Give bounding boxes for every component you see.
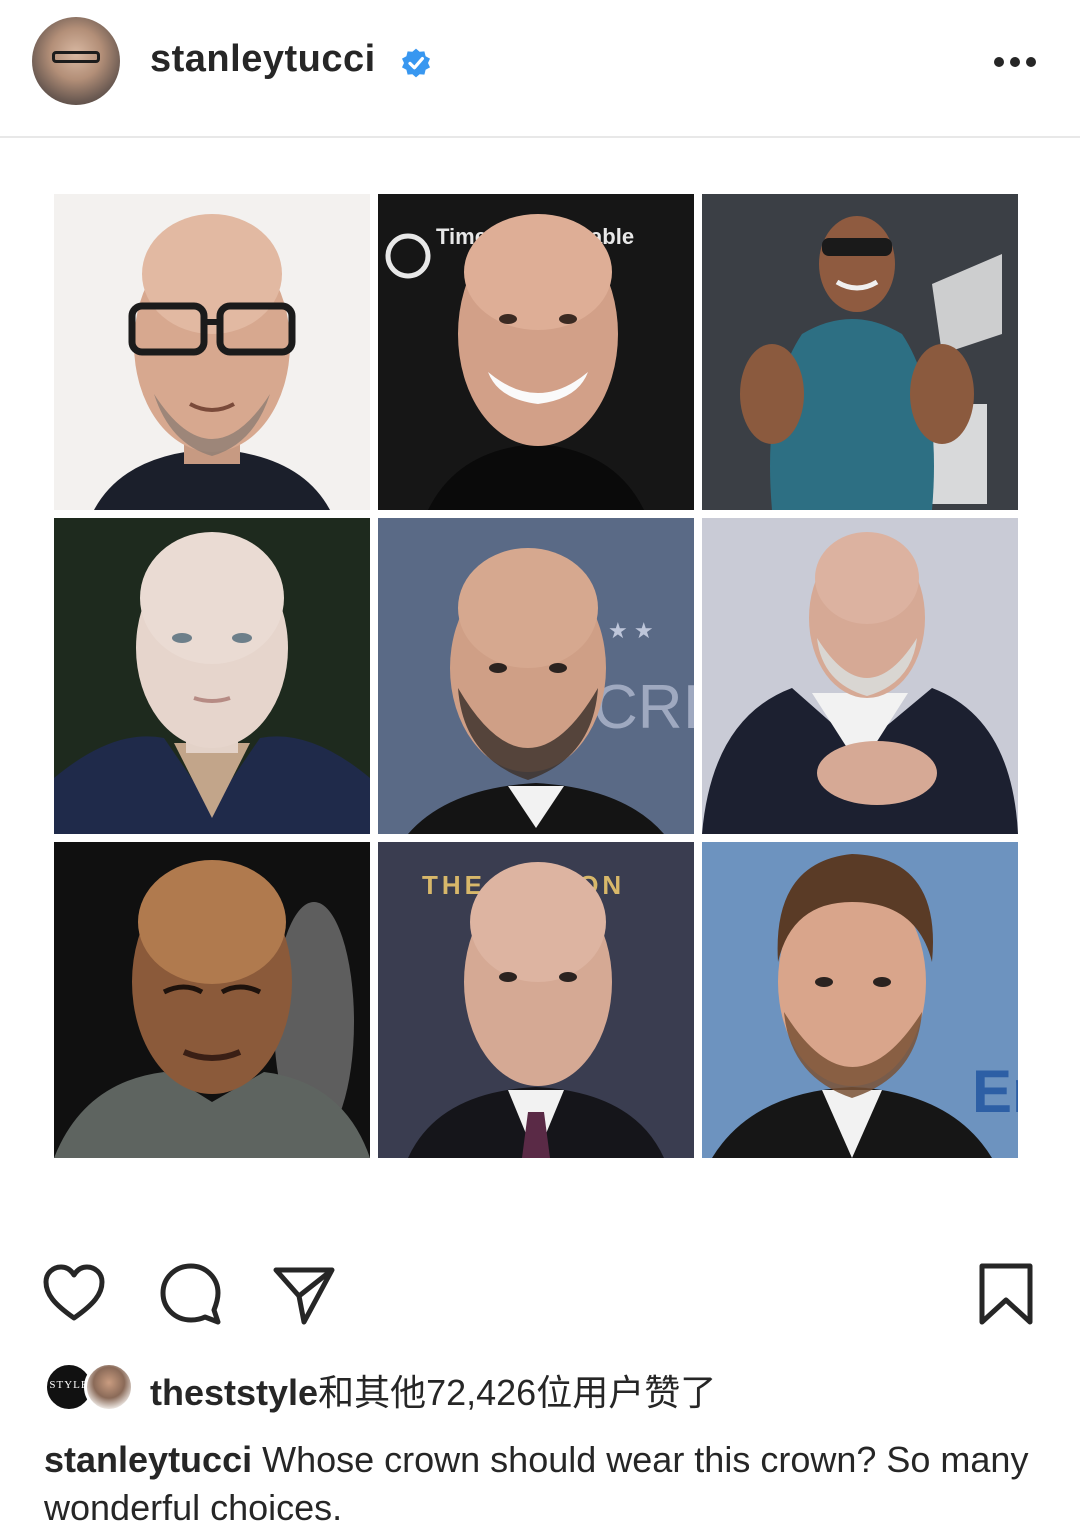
send-icon[interactable] [270,1260,338,1328]
photo-tile-5: ★ ★ CRITICS CHOICE AWARDS [378,518,694,834]
photo-tile-8: THE MOTION [378,842,694,1158]
photo-tile-9: En [702,842,1018,1158]
post-action-bar [0,1250,1080,1330]
first-liker-username[interactable]: theststyle [150,1372,318,1413]
likes-count-text: 和其他72,426位用户赞了 [318,1372,717,1413]
likes-text: theststyle和其他72,426位用户赞了 [150,1364,716,1416]
comment-icon[interactable] [156,1260,224,1328]
tile-9-backdrop-text: En [972,1058,1018,1125]
heart-icon[interactable] [40,1260,108,1328]
photo-tile-3 [702,194,1018,510]
post-header: stanleytucci [0,0,1080,138]
likes-row[interactable]: STYLE theststyle和其他72,426位用户赞了 [44,1360,1044,1413]
more-horizontal-icon[interactable] [990,44,1040,80]
post-caption: stanleytucci Whose crown should wear thi… [44,1436,1044,1532]
photo-tile-4 [54,518,370,834]
bookmark-icon[interactable] [972,1260,1040,1328]
caption-username[interactable]: stanleytucci [44,1439,252,1480]
photo-tile-2: Time Warner Cable [378,194,694,510]
photo-tile-6 [702,518,1018,834]
profile-avatar[interactable] [32,17,120,105]
photo-tile-1 [54,194,370,510]
post-username[interactable]: stanleytucci [150,38,376,81]
post-photo-grid[interactable]: Time Warner Cable [52,192,1028,1166]
svg-text:★ ★: ★ ★ [608,618,654,643]
verified-badge-icon [402,48,430,78]
photo-tile-7 [54,842,370,1158]
tile-5-backdrop-text: CRITICS CHOICE AWARDS [593,673,694,742]
avatar-glasses [52,51,100,63]
liker-avatar-2 [84,1362,134,1412]
